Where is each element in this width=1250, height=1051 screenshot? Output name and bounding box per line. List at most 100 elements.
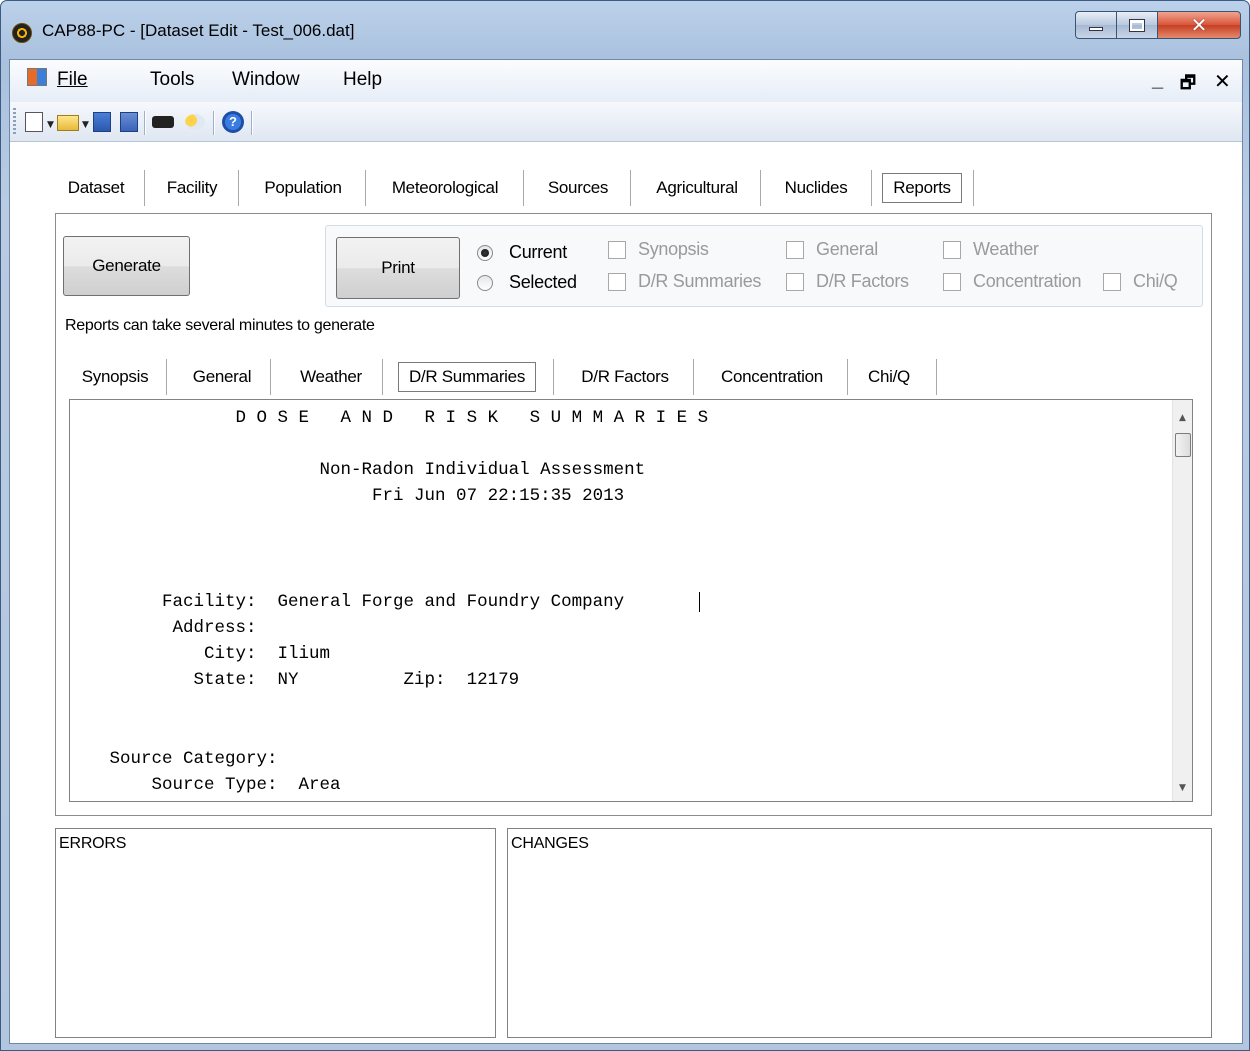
checkbox-weather-label: Weather (973, 239, 1039, 259)
application-window: CAP88-PC - [Dataset Edit - Test_006.dat]… (0, 0, 1250, 1051)
checkbox-dr-factors[interactable] (786, 273, 804, 291)
new-dropdown-icon[interactable]: ▼ (47, 120, 54, 130)
print-options-group: Print Current Selected Synopsis General … (325, 225, 1203, 307)
checkbox-chiq-label: Chi/Q (1133, 271, 1178, 291)
toolbar-separator (144, 111, 145, 135)
checkbox-chiq[interactable] (1103, 273, 1121, 291)
open-folder-icon[interactable] (57, 115, 79, 131)
checkbox-general-label: General (816, 239, 878, 259)
menu-tools[interactable]: Tools (150, 69, 194, 91)
tab-agricultural[interactable]: Agricultural (635, 168, 759, 208)
tab-divider (365, 170, 366, 206)
report-text-area[interactable]: D O S E A N D R I S K S U M M A R I E S … (69, 399, 1193, 802)
tab-nuclides[interactable]: Nuclides (765, 168, 867, 208)
toolbar: ▼ ▼ ? (10, 102, 1242, 142)
tab-divider (847, 359, 848, 395)
radio-selected-label: Selected (509, 272, 577, 292)
checkbox-concentration[interactable] (943, 273, 961, 291)
menu-window-label: Window (232, 69, 300, 90)
report-tab-dr-factors[interactable]: D/R Factors (561, 357, 689, 397)
tab-sources[interactable]: Sources (528, 168, 628, 208)
binoculars-icon[interactable] (152, 116, 174, 128)
tab-dataset-label: Dataset (67, 178, 125, 197)
minimize-button[interactable] (1075, 11, 1117, 39)
menu-file-label: File (57, 69, 88, 90)
checkbox-dr-summaries[interactable] (608, 273, 626, 291)
tab-facility[interactable]: Facility (150, 168, 234, 208)
mdi-minimize-button[interactable]: _ (1152, 69, 1163, 92)
generate-button-label: Generate (92, 256, 161, 275)
report-scrollbar[interactable]: ▲ ▼ (1172, 400, 1192, 801)
save-as-icon[interactable] (120, 112, 138, 132)
client-area: File Tools Window Help _ 🗗 ✕ ▼ ▼ ? Datas… (9, 59, 1243, 1044)
text-caret (699, 592, 700, 612)
tab-divider (553, 359, 554, 395)
minimize-icon (1089, 27, 1103, 31)
scroll-thumb[interactable] (1175, 433, 1191, 457)
mdi-close-button[interactable]: ✕ (1214, 69, 1231, 94)
help-icon[interactable]: ? (222, 111, 244, 133)
checkbox-synopsis[interactable] (608, 241, 626, 259)
tab-divider (523, 170, 524, 206)
menu-help-label: Help (343, 69, 383, 90)
weather-icon[interactable] (185, 114, 205, 130)
changes-label: CHANGES (511, 835, 589, 852)
menu-help[interactable]: Help (343, 69, 382, 91)
title-bar[interactable]: CAP88-PC - [Dataset Edit - Test_006.dat]… (1, 1, 1249, 59)
mdi-document-icon[interactable] (27, 68, 47, 86)
tab-divider (871, 170, 872, 206)
errors-label: ERRORS (59, 835, 127, 852)
mdi-restore-button[interactable]: 🗗 (1180, 70, 1196, 99)
report-line: Address: (78, 618, 257, 638)
tab-reports-label: Reports (882, 173, 962, 203)
menu-file[interactable]: File (57, 69, 88, 91)
generate-hint: Reports can take several minutes to gene… (65, 317, 375, 334)
checkbox-dr-factors-label: D/R Factors (816, 271, 909, 291)
radio-current[interactable] (477, 245, 493, 261)
report-tab-synopsis-label: Synopsis (81, 367, 149, 386)
report-tab-general[interactable]: General (172, 357, 272, 397)
toolbar-separator (213, 111, 214, 135)
tab-divider (166, 359, 167, 395)
checkbox-weather[interactable] (943, 241, 961, 259)
report-tab-concentration[interactable]: Concentration (699, 357, 845, 397)
save-icon[interactable] (93, 112, 111, 132)
report-tab-synopsis[interactable]: Synopsis (74, 357, 156, 397)
print-button[interactable]: Print (336, 237, 460, 299)
changes-box[interactable]: CHANGES (507, 828, 1212, 1038)
maximize-button[interactable] (1116, 11, 1158, 39)
generate-button[interactable]: Generate (63, 236, 190, 296)
tab-population[interactable]: Population (242, 168, 364, 208)
close-button[interactable]: ✕ (1157, 11, 1241, 39)
tab-reports[interactable]: Reports (876, 168, 968, 208)
tab-divider (936, 359, 937, 395)
open-dropdown-icon[interactable]: ▼ (82, 120, 89, 130)
tab-sources-label: Sources (547, 178, 609, 197)
checkbox-general[interactable] (786, 241, 804, 259)
errors-box[interactable]: ERRORS (55, 828, 496, 1038)
tab-meteorological-label: Meteorological (391, 178, 499, 197)
report-tab-chiq[interactable]: Chi/Q (853, 357, 925, 397)
tab-meteorological[interactable]: Meteorological (370, 168, 520, 208)
tab-dataset[interactable]: Dataset (54, 168, 138, 208)
report-tab-dr-summaries[interactable]: D/R Summaries (389, 357, 545, 397)
tab-nuclides-label: Nuclides (784, 178, 848, 197)
radiation-app-icon (12, 23, 32, 43)
tab-divider (693, 359, 694, 395)
tab-agricultural-label: Agricultural (656, 178, 738, 197)
print-button-label: Print (381, 258, 415, 277)
menu-window[interactable]: Window (232, 69, 300, 91)
report-tab-weather[interactable]: Weather (278, 357, 384, 397)
scroll-up-icon[interactable]: ▲ (1173, 408, 1192, 428)
tab-divider (973, 170, 974, 206)
menu-bar: File Tools Window Help _ 🗗 ✕ (10, 60, 1242, 102)
tab-divider (238, 170, 239, 206)
tab-divider (630, 170, 631, 206)
radio-selected[interactable] (477, 275, 493, 291)
scroll-down-icon[interactable]: ▼ (1173, 778, 1192, 798)
report-line: Non-Radon Individual Assessment (78, 460, 646, 480)
new-file-icon[interactable] (25, 112, 43, 132)
report-tab-dr-summaries-label: D/R Summaries (397, 362, 537, 392)
toolbar-grip[interactable] (13, 108, 16, 134)
maximize-icon (1129, 18, 1145, 32)
